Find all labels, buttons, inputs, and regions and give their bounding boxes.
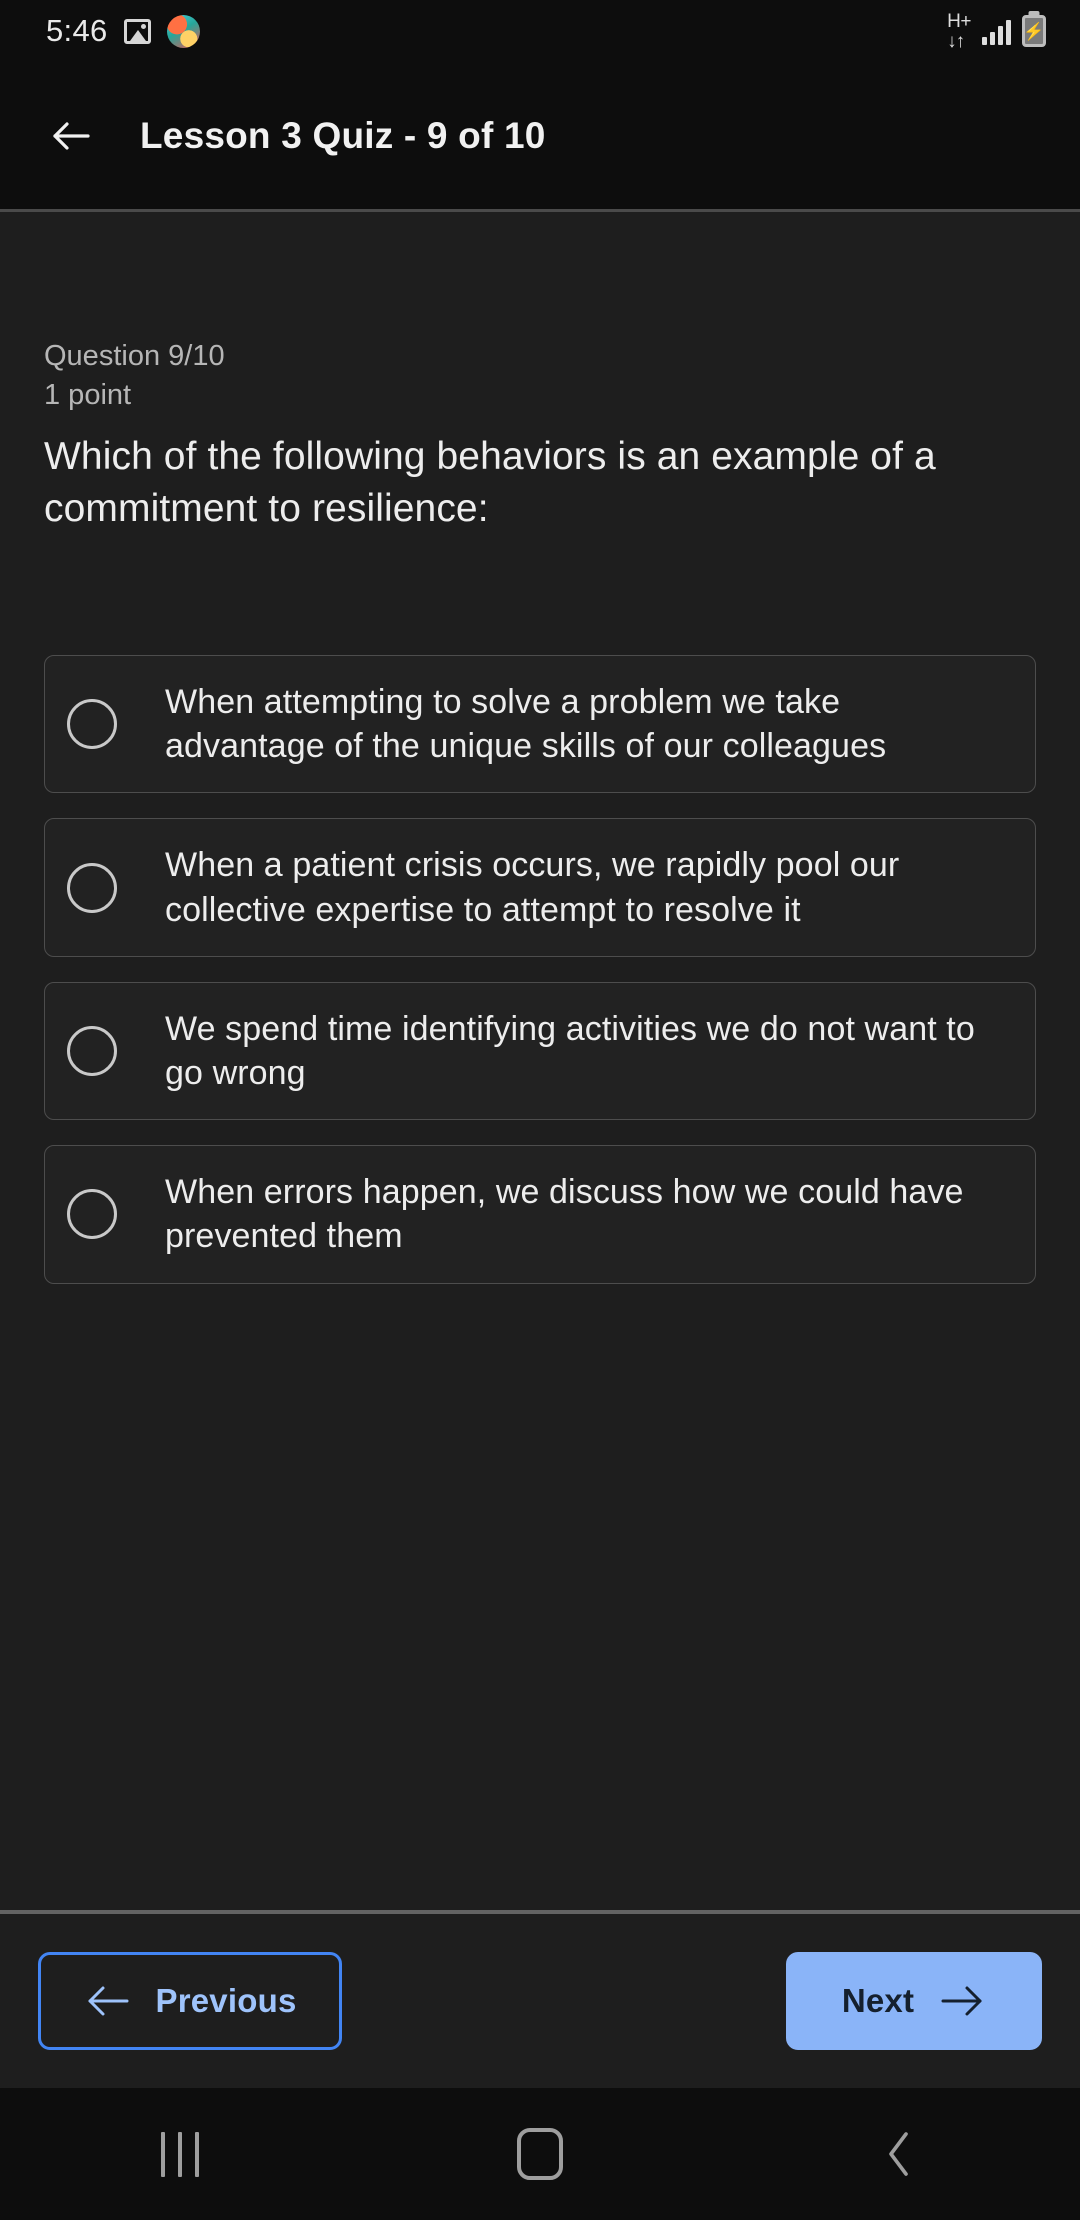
arrow-right-icon <box>941 1986 982 2016</box>
home-button[interactable] <box>470 2109 610 2199</box>
status-bar-clock: 5:46 <box>46 13 108 48</box>
radio-button-2[interactable] <box>67 862 117 913</box>
back-chevron-icon <box>889 2132 908 2176</box>
question-text: Which of the following behaviors is an e… <box>44 435 936 531</box>
status-bar: 5:46 H+ ↓↑ ⚡ <box>0 0 1080 62</box>
answer-option-label: We spend time identifying activities we … <box>165 1009 975 1092</box>
phone-screen: 5:46 H+ ↓↑ ⚡ Lesson 3 Quiz - 9 of 10 Que… <box>0 0 1080 2220</box>
quiz-content: Question 9/10 1 point Which of the follo… <box>0 212 1080 1910</box>
answer-option-2[interactable]: When a patient crisis occurs, we rapidly… <box>44 818 1036 957</box>
previous-button-label: Previous <box>155 1982 297 2019</box>
network-hplus-icon: H+ ↓↑ <box>947 12 971 51</box>
question-counter: Question 9/10 <box>44 340 225 372</box>
signal-bars-icon <box>982 18 1011 45</box>
radio-button-4[interactable] <box>67 1189 117 1240</box>
page-title: Lesson 3 Quiz - 9 of 10 <box>140 114 546 156</box>
radio-button-3[interactable] <box>67 1025 117 1076</box>
network-arrows-label: ↓↑ <box>947 30 965 52</box>
back-button[interactable] <box>830 2109 970 2199</box>
radio-button-1[interactable] <box>67 699 117 750</box>
answer-option-3[interactable]: We spend time identifying activities we … <box>44 981 1036 1121</box>
answer-option-label: When attempting to solve a problem we ta… <box>165 683 887 766</box>
battery-bolt-glyph: ⚡ <box>1023 21 1045 41</box>
network-type-label: H+ <box>947 10 971 32</box>
previous-button[interactable]: Previous <box>38 1952 342 2050</box>
android-navigation-bar <box>0 2088 1080 2220</box>
next-button-label: Next <box>841 1982 915 2019</box>
gallery-icon <box>123 18 151 44</box>
app-header: Lesson 3 Quiz - 9 of 10 <box>0 62 1080 212</box>
question-points: 1 point <box>44 379 132 412</box>
app-avatar-icon <box>166 14 200 48</box>
status-bar-right: H+ ↓↑ ⚡ <box>947 12 1046 51</box>
answer-option-label: When errors happen, we discuss how we co… <box>165 1173 964 1256</box>
home-icon <box>517 2128 563 2180</box>
next-button[interactable]: Next <box>786 1952 1042 2050</box>
answer-options-list: When attempting to solve a problem we ta… <box>44 655 1036 1284</box>
recents-icon <box>161 2131 199 2177</box>
question-meta-block: Question 9/10 1 point Which of the follo… <box>44 212 1036 535</box>
status-bar-left: 5:46 <box>46 13 200 49</box>
arrow-left-icon[interactable] <box>40 105 102 167</box>
answer-option-4[interactable]: When errors happen, we discuss how we co… <box>44 1145 1036 1284</box>
answer-option-label: When a patient crisis occurs, we rapidly… <box>165 846 900 929</box>
answer-option-1[interactable]: When attempting to solve a problem we ta… <box>44 655 1036 794</box>
arrow-left-icon <box>88 1986 128 2016</box>
battery-charging-icon: ⚡ <box>1022 15 1046 47</box>
recents-button[interactable] <box>110 2109 250 2199</box>
quiz-navigation-footer: Previous Next <box>0 1910 1080 2088</box>
